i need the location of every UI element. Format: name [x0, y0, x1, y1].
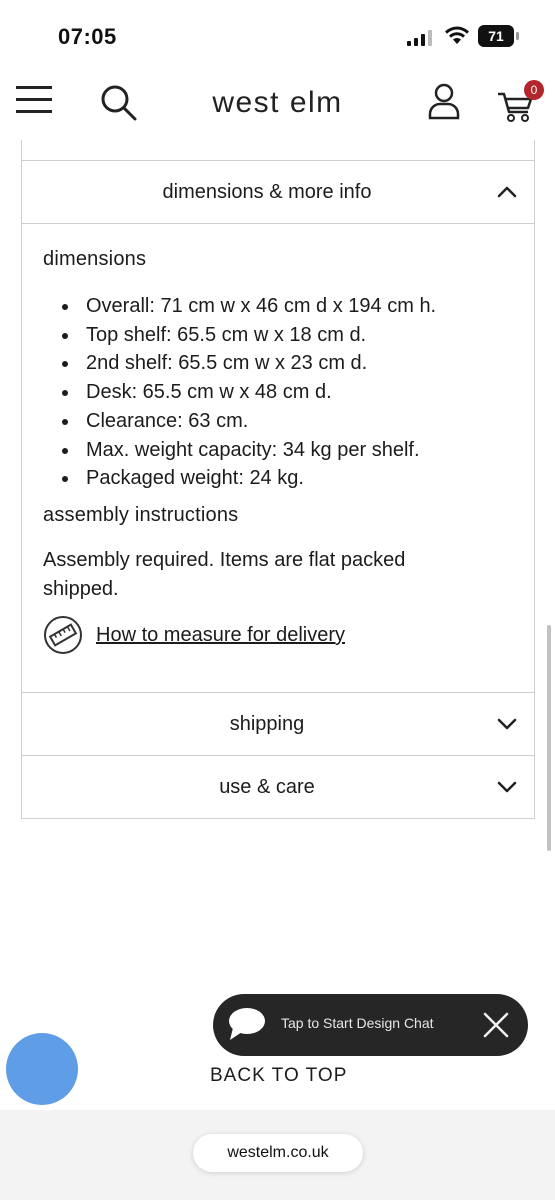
tape-measure-icon — [44, 616, 82, 654]
list-item: Clearance: 63 cm. — [62, 407, 546, 436]
dimensions-accordion-title: dimensions & more info — [162, 181, 372, 203]
shipping-accordion-title: shipping — [229, 713, 305, 735]
dimensions-list: Overall: 71 cm w x 46 cm d x 194 cm h. T… — [43, 292, 546, 493]
cart-count-badge: 0 — [524, 80, 544, 100]
dimensions-panel: dimensions Overall: 71 cm w x 46 cm d x … — [22, 224, 534, 692]
care-accordion-title: use & care — [219, 776, 315, 798]
dimensions-accordion-header[interactable]: dimensions & more info — [22, 161, 534, 224]
battery-icon: 71 — [478, 25, 519, 47]
floating-action-button[interactable] — [6, 1033, 78, 1105]
chevron-down-icon — [497, 781, 517, 793]
list-item: Max. weight capacity: 34 kg per shelf. — [62, 436, 546, 465]
page-scrollbar[interactable] — [547, 625, 551, 851]
list-item: Desk: 65.5 cm w x 48 cm d. — [62, 378, 546, 407]
list-item: Packaged weight: 24 kg. — [62, 464, 546, 493]
measure-delivery-row[interactable]: How to measure for delivery — [44, 616, 404, 656]
care-accordion-header[interactable]: use & care — [22, 755, 534, 818]
status-time: 07:05 — [58, 24, 117, 49]
cellular-signal-icon — [407, 30, 432, 46]
previous-section-edge — [22, 140, 534, 161]
design-chat-label: Tap to Start Design Chat — [281, 1015, 434, 1031]
status-bar: 07:05 71 — [0, 0, 555, 70]
list-item: Overall: 71 cm w x 46 cm d x 194 cm h. — [62, 292, 546, 321]
site-header: west elm 0 — [0, 70, 555, 140]
shipping-accordion-header[interactable]: shipping — [22, 692, 534, 755]
list-item: Top shelf: 65.5 cm w x 18 cm d. — [62, 321, 546, 350]
account-button[interactable] — [426, 82, 462, 122]
user-icon — [428, 83, 460, 120]
chat-bubble-icon — [229, 1008, 265, 1040]
assembly-heading: assembly instructions — [43, 504, 239, 526]
battery-level: 71 — [488, 28, 504, 44]
design-chat-button[interactable]: Tap to Start Design Chat — [213, 994, 528, 1056]
brand-logo[interactable]: west elm — [0, 86, 555, 120]
list-item: 2nd shelf: 65.5 cm w x 23 cm d. — [62, 349, 546, 378]
browser-address-bar: westelm.co.uk — [0, 1110, 555, 1200]
chevron-up-icon — [497, 186, 517, 198]
dimensions-heading: dimensions — [43, 248, 147, 270]
measure-delivery-link[interactable]: How to measure for delivery — [96, 624, 345, 647]
cart-button[interactable]: 0 — [496, 80, 548, 124]
url-field[interactable]: westelm.co.uk — [193, 1134, 363, 1172]
chevron-down-icon — [497, 718, 517, 730]
url-text: westelm.co.uk — [227, 1144, 329, 1161]
assembly-text: Assembly required. Items are flat packed… — [43, 549, 406, 600]
back-to-top-link[interactable]: BACK TO TOP — [210, 1065, 347, 1087]
close-icon[interactable] — [481, 1010, 511, 1040]
wifi-icon — [445, 26, 469, 44]
product-info-accordion: dimensions & more info dimensions Overal… — [21, 140, 535, 819]
